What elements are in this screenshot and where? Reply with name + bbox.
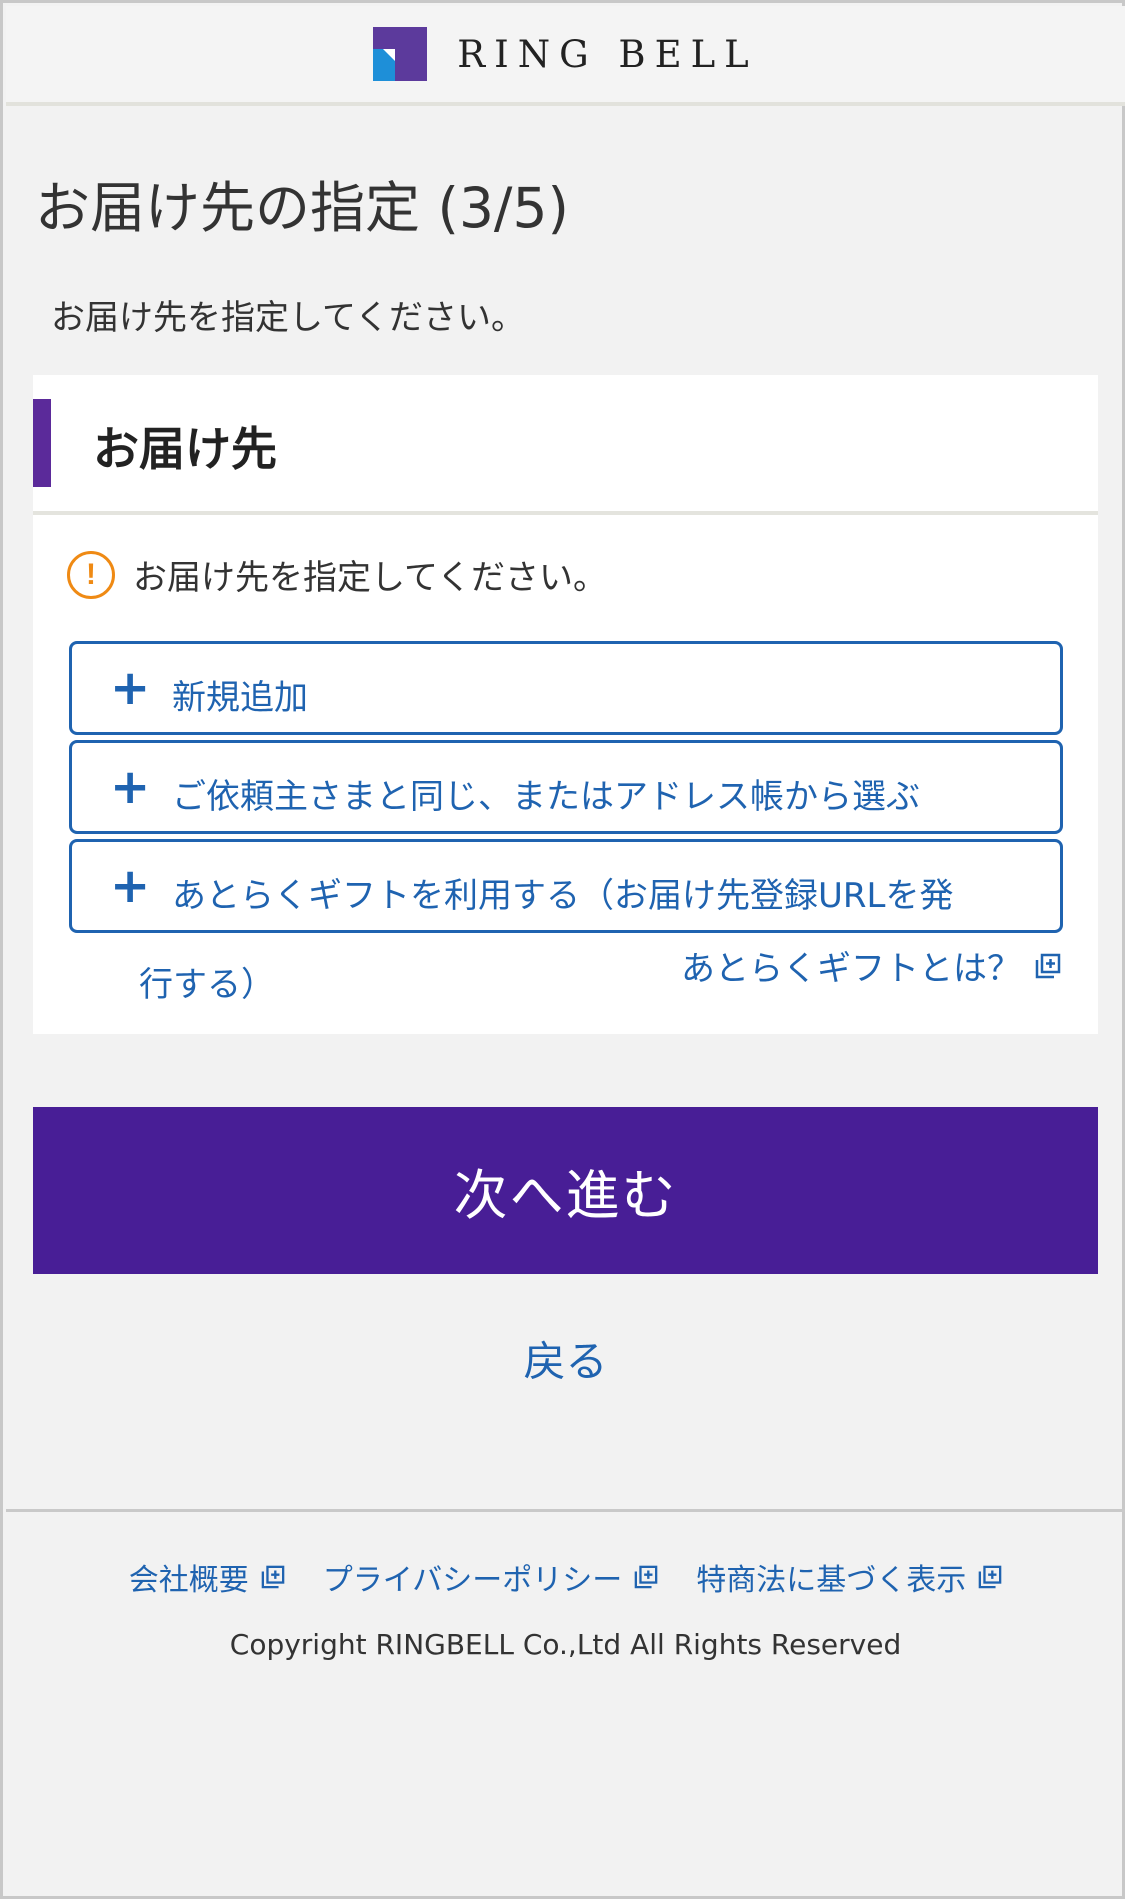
logo[interactable]: RING BELL bbox=[373, 27, 758, 81]
notice-message: ! お届け先を指定してください。 bbox=[67, 550, 607, 599]
external-link-icon bbox=[634, 1565, 658, 1589]
plus-icon: + bbox=[110, 660, 151, 716]
back-link[interactable]: 戻る bbox=[3, 1328, 1125, 1389]
footer-link-label: 会社概要 bbox=[128, 1563, 249, 1598]
external-link-icon bbox=[1035, 953, 1061, 978]
delivery-card: お届け先 ! お届け先を指定してください。 + 新規追加 + ご依頼主さまと同じ… bbox=[33, 375, 1098, 1034]
plus-icon: + bbox=[110, 759, 151, 815]
warning-icon: ! bbox=[67, 550, 115, 599]
use-atoraku-gift-button[interactable]: + あとらくギフトを利用する（お届け先登録URLを発 bbox=[69, 839, 1063, 933]
card-header: お届け先 bbox=[33, 375, 1098, 515]
option-label: あとらくギフトを利用する（お届け先登録URLを発 bbox=[172, 876, 954, 916]
logo-mark-icon bbox=[373, 27, 428, 81]
option-label: ご依頼主さまと同じ、またはアドレス帳から選ぶ bbox=[172, 777, 920, 817]
page-title: お届け先の指定 (3/5) bbox=[35, 176, 569, 240]
external-link-icon bbox=[261, 1565, 285, 1589]
next-button[interactable]: 次へ進む bbox=[33, 1107, 1098, 1274]
card-heading: お届け先 bbox=[93, 422, 277, 476]
footer-links: 会社概要 プライバシーポリシー 特商法に基づく表示 bbox=[3, 1555, 1125, 1599]
select-from-address-book-button[interactable]: + ご依頼主さまと同じ、またはアドレス帳から選ぶ bbox=[69, 740, 1063, 834]
footer-link-tokushoho[interactable]: 特商法に基づく表示 bbox=[696, 1555, 1002, 1599]
external-link-icon bbox=[978, 1565, 1002, 1589]
intro-text: お届け先を指定してください。 bbox=[51, 298, 525, 338]
option-label: 新規追加 bbox=[172, 678, 308, 718]
footer-link-label: プライバシーポリシー bbox=[322, 1563, 623, 1598]
footer-link-label: 特商法に基づく表示 bbox=[696, 1563, 967, 1598]
heading-accent-bar bbox=[33, 399, 51, 487]
footer-link-privacy[interactable]: プライバシーポリシー bbox=[323, 1555, 658, 1599]
footer-divider bbox=[6, 1509, 1125, 1512]
option-label-overflow: 行する） bbox=[139, 965, 275, 1005]
copyright-text: Copyright RINGBELL Co.,Ltd All Rights Re… bbox=[229, 1628, 902, 1661]
add-new-address-button[interactable]: + 新規追加 bbox=[69, 641, 1063, 735]
atoraku-gift-info-link[interactable]: あとらくギフトとは？ bbox=[681, 941, 1061, 990]
page-frame: RING BELL お届け先の指定 (3/5) お届け先を指定してください。 お… bbox=[0, 0, 1125, 1899]
logo-text: RING BELL bbox=[457, 32, 758, 76]
plus-icon: + bbox=[110, 858, 151, 914]
site-header: RING BELL bbox=[6, 6, 1125, 106]
gift-info-label: あとらくギフトとは？ bbox=[681, 949, 1021, 989]
notice-text: お届け先を指定してください。 bbox=[133, 558, 607, 598]
footer-link-company[interactable]: 会社概要 bbox=[129, 1555, 285, 1599]
